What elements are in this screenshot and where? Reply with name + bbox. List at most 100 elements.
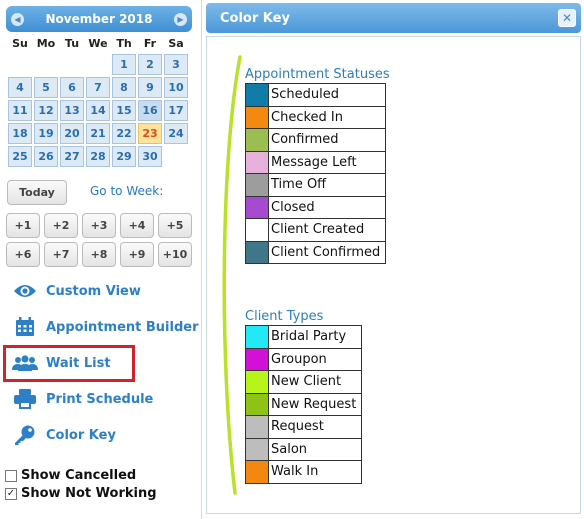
print-schedule-label: Print Schedule xyxy=(46,391,154,407)
calendar-day[interactable]: 23 xyxy=(138,123,162,144)
week-offset-button[interactable]: +3 xyxy=(82,213,116,238)
calendar-header: ◀ November 2018 ▶ xyxy=(6,6,192,32)
color-key-label: Salon xyxy=(268,437,362,461)
calendar-day[interactable]: 27 xyxy=(60,146,84,167)
color-key-row: Salon xyxy=(245,437,362,461)
color-swatch xyxy=(245,195,269,219)
print-schedule-link[interactable]: Print Schedule xyxy=(12,386,153,412)
color-key-row: Message Left xyxy=(245,150,386,174)
calendar-day[interactable]: 9 xyxy=(138,77,162,98)
calendar-day[interactable]: 3 xyxy=(164,54,188,75)
color-key-panel: Color Key ✕ Appointment Statuses Schedul… xyxy=(201,0,584,519)
color-key-label: Confirmed xyxy=(268,128,386,152)
weekday-header: Tu xyxy=(64,37,80,50)
chevron-right-icon[interactable]: ▶ xyxy=(173,12,187,26)
color-swatch xyxy=(245,437,269,461)
week-offset-button[interactable]: +4 xyxy=(120,213,154,238)
calendar-day[interactable]: 24 xyxy=(164,123,188,144)
week-offset-button[interactable]: +8 xyxy=(82,242,116,267)
appointment-builder-label: Appointment Builder xyxy=(46,319,199,335)
calendar-day[interactable]: 10 xyxy=(164,77,188,98)
color-key-label: Client Confirmed xyxy=(268,240,386,264)
calendar-day[interactable]: 19 xyxy=(34,123,58,144)
color-key-row: Walk In xyxy=(245,460,362,484)
show-not-working-checkbox[interactable]: ✓ xyxy=(5,487,17,500)
calendar-day[interactable]: 20 xyxy=(60,123,84,144)
color-key-row: Client Created xyxy=(245,218,386,242)
color-key-row: Bridal Party xyxy=(245,325,362,349)
calendar-day[interactable]: 18 xyxy=(8,123,32,144)
calendar-day[interactable]: 29 xyxy=(112,146,136,167)
calendar-day[interactable]: 30 xyxy=(138,146,162,167)
color-key-row: Client Confirmed xyxy=(245,240,386,264)
color-key-label: Closed xyxy=(268,195,386,219)
custom-view-link[interactable]: Custom View xyxy=(12,278,141,304)
color-key-label: Scheduled xyxy=(268,83,386,107)
color-swatch xyxy=(245,347,269,371)
calendar-day[interactable]: 1 xyxy=(112,54,136,75)
sidebar: ◀ November 2018 ▶ Su Mo Tu We Th Fr Sa 1234567… xyxy=(0,0,199,519)
client-types-table: Bridal Party Groupon New Client New Request… xyxy=(245,325,362,484)
color-swatch xyxy=(245,218,269,242)
chevron-left-icon[interactable]: ◀ xyxy=(11,12,24,26)
color-key-label: New Request xyxy=(268,392,362,416)
week-offset-buttons: +1 +2 +3 +4 +5 +6 +7 +8 +9 +10 xyxy=(6,213,192,267)
color-key-label: Request xyxy=(268,415,362,439)
color-swatch xyxy=(245,460,269,484)
calendar-day[interactable]: 11 xyxy=(8,100,32,121)
close-icon[interactable]: ✕ xyxy=(558,9,576,27)
calendar-day[interactable]: 25 xyxy=(8,146,32,167)
calendar-day[interactable]: 22 xyxy=(112,123,136,144)
color-key-row: New Client xyxy=(245,370,362,394)
weekday-header: Fr xyxy=(143,37,157,50)
week-offset-button[interactable]: +6 xyxy=(6,242,40,267)
calendar-day[interactable]: 28 xyxy=(86,146,110,167)
color-swatch xyxy=(245,370,269,394)
calendar-day[interactable]: 5 xyxy=(34,77,58,98)
color-key-row: Request xyxy=(245,415,362,439)
color-key-link[interactable]: Color Key xyxy=(12,422,116,448)
calendar-day[interactable]: 26 xyxy=(34,146,58,167)
show-not-working-label: Show Not Working xyxy=(21,486,157,501)
weekday-header: Su xyxy=(12,37,28,50)
weekday-header: We xyxy=(88,37,108,50)
week-offset-button[interactable]: +10 xyxy=(158,242,192,267)
calendar-day[interactable]: 14 xyxy=(86,100,110,121)
color-key-row: Time Off xyxy=(245,173,386,197)
color-swatch xyxy=(245,325,269,349)
calendar-day[interactable]: 6 xyxy=(60,77,84,98)
calendar-day[interactable]: 4 xyxy=(8,77,32,98)
calendar-icon xyxy=(12,315,38,339)
calendar-day[interactable]: 12 xyxy=(34,100,58,121)
calendar-day[interactable]: 15 xyxy=(112,100,136,121)
week-offset-button[interactable]: +7 xyxy=(44,242,78,267)
color-key-label: New Client xyxy=(268,370,362,394)
color-swatch xyxy=(245,173,269,197)
calendar-day[interactable]: 8 xyxy=(112,77,136,98)
show-cancelled-checkbox[interactable] xyxy=(5,469,17,482)
calendar-day[interactable]: 16 xyxy=(138,100,162,121)
calendar-day[interactable]: 7 xyxy=(86,77,110,98)
calendar-weekdays: Su Mo Tu We Th Fr Sa xyxy=(8,37,192,51)
today-button[interactable]: Today xyxy=(7,180,67,205)
calendar-day[interactable]: 13 xyxy=(60,100,84,121)
weekday-header: Mo xyxy=(36,37,56,50)
calendar-day[interactable]: 2 xyxy=(138,54,162,75)
week-offset-button[interactable]: +2 xyxy=(44,213,78,238)
week-offset-button[interactable]: +9 xyxy=(120,242,154,267)
panel-title: Color Key xyxy=(220,10,290,26)
calendar-day[interactable]: 21 xyxy=(86,123,110,144)
color-key-label: Walk In xyxy=(268,460,362,484)
mini-calendar: ◀ November 2018 ▶ Su Mo Tu We Th Fr Sa 1234567… xyxy=(6,6,192,167)
color-key-row: Checked In xyxy=(245,105,386,129)
appointment-statuses-table: Scheduled Checked In Confirmed Message Left… xyxy=(245,83,386,264)
color-swatch xyxy=(245,105,269,129)
color-swatch xyxy=(245,128,269,152)
week-offset-button[interactable]: +5 xyxy=(158,213,192,238)
color-key-panel-header: Color Key ✕ xyxy=(206,3,581,33)
appointment-builder-link[interactable]: Appointment Builder xyxy=(12,314,199,340)
week-offset-button[interactable]: +1 xyxy=(6,213,40,238)
calendar-day[interactable]: 17 xyxy=(164,100,188,121)
go-to-week-label: Go to Week: xyxy=(90,184,164,198)
wait-list-highlight-box xyxy=(3,345,135,382)
